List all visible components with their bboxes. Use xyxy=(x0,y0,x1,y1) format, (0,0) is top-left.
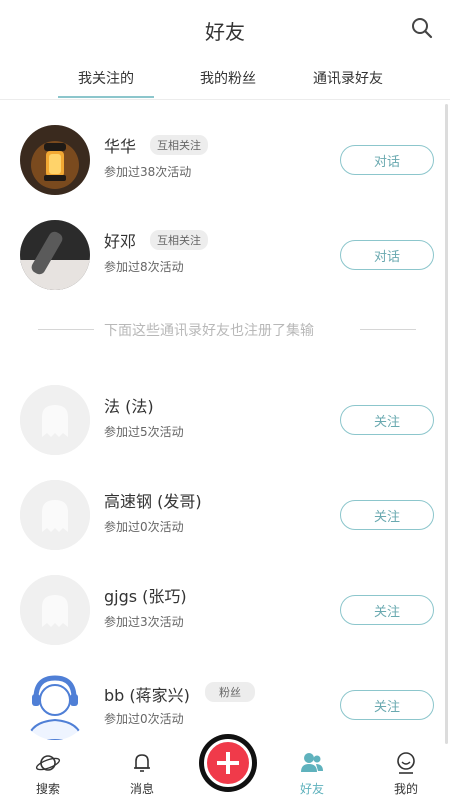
activity-count: 参加过3次活动 xyxy=(104,615,184,629)
profile-icon xyxy=(397,752,415,774)
tab-bar: 我关注的 我的粉丝 通讯录好友 xyxy=(0,60,450,100)
active-tab-indicator xyxy=(58,96,154,98)
nav-label: 我的 xyxy=(393,782,418,796)
follow-button[interactable]: 关注 xyxy=(340,500,434,530)
follow-button[interactable]: 关注 xyxy=(340,595,434,625)
nav-profile[interactable]: 我的 xyxy=(376,750,436,797)
friends-icon xyxy=(301,753,323,772)
mutual-follow-badge: 互相关注 xyxy=(150,230,208,250)
default-avatar-icon xyxy=(20,575,90,645)
friend-name: 华华 xyxy=(104,137,137,156)
header: 好友 xyxy=(0,0,450,56)
contact-name: 法 (法) xyxy=(104,397,154,416)
divider-text: 下面这些通讯录好友也注册了集输 xyxy=(104,323,314,339)
avatar xyxy=(20,220,90,290)
default-avatar-icon xyxy=(20,385,90,455)
nav-label: 搜索 xyxy=(35,782,60,796)
contact-name: bb (蒋家兴) xyxy=(104,686,190,705)
tab-fans[interactable]: 我的粉丝 xyxy=(180,68,276,88)
divider-line xyxy=(360,329,416,330)
search-icon[interactable] xyxy=(410,16,434,40)
follow-button[interactable]: 关注 xyxy=(340,690,434,720)
divider-line xyxy=(38,329,94,330)
fan-badge: 粉丝 xyxy=(205,682,255,702)
avatar xyxy=(20,125,90,195)
add-button[interactable] xyxy=(199,734,257,792)
mutual-follow-badge: 互相关注 xyxy=(150,135,208,155)
tab-contacts[interactable]: 通讯录好友 xyxy=(300,68,396,88)
chat-button[interactable]: 对话 xyxy=(340,145,434,175)
bell-icon xyxy=(134,754,150,772)
nav-friends[interactable]: 好友 xyxy=(282,750,342,797)
planet-icon xyxy=(35,755,61,771)
nav-messages[interactable]: 消息 xyxy=(112,750,172,797)
activity-count: 参加过38次活动 xyxy=(104,165,192,179)
default-avatar-icon xyxy=(20,480,90,550)
tab-following[interactable]: 我关注的 xyxy=(58,68,154,88)
page-title: 好友 xyxy=(205,20,245,44)
contact-name: 高速钢 (发哥) xyxy=(104,492,202,511)
contacts-divider: 下面这些通讯录好友也注册了集输 xyxy=(0,318,450,342)
contact-name: gjgs (张巧) xyxy=(104,587,187,606)
activity-count: 参加过8次活动 xyxy=(104,260,184,274)
friend-name: 好邓 xyxy=(104,232,137,251)
nav-label: 消息 xyxy=(129,782,154,796)
activity-count: 参加过0次活动 xyxy=(104,520,184,534)
activity-count: 参加过0次活动 xyxy=(104,712,184,726)
list-item[interactable]: gjgs (张巧) 参加过3次活动 关注 xyxy=(0,575,450,655)
chat-button[interactable]: 对话 xyxy=(340,240,434,270)
list-item[interactable]: 华华 互相关注 参加过38次活动 对话 xyxy=(0,125,450,205)
nav-label: 好友 xyxy=(299,782,324,796)
follow-button[interactable]: 关注 xyxy=(340,405,434,435)
plus-icon xyxy=(204,739,252,787)
avatar xyxy=(20,670,90,740)
activity-count: 参加过5次活动 xyxy=(104,425,184,439)
nav-search[interactable]: 搜索 xyxy=(18,750,78,797)
list-item[interactable]: 法 (法) 参加过5次活动 关注 xyxy=(0,385,450,465)
list-item[interactable]: 高速钢 (发哥) 参加过0次活动 关注 xyxy=(0,480,450,560)
list-item[interactable]: 好邓 互相关注 参加过8次活动 对话 xyxy=(0,220,450,300)
